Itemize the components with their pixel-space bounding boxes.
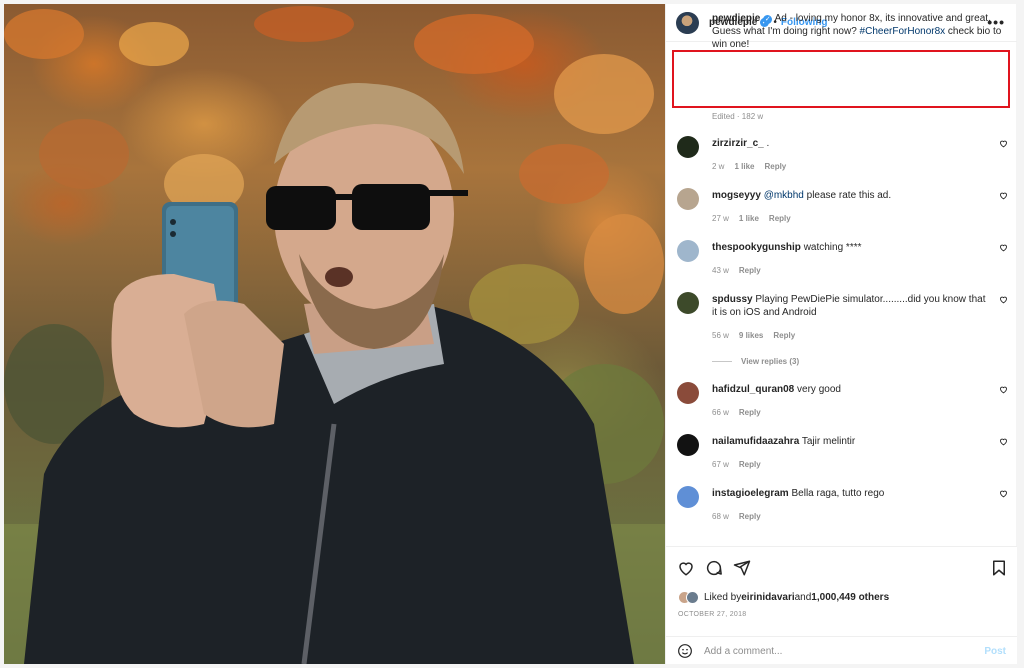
comment-body: nailamufidaazahra Tajir melintir [712,435,992,448]
comment-age: 27 w [712,214,729,223]
reply-button[interactable]: Reply [773,331,795,340]
caption-avatar[interactable] [676,12,698,34]
verified-badge-icon: ✓ [763,15,773,24]
reply-button[interactable]: Reply [769,214,791,223]
comment-like-heart-icon[interactable] [999,295,1008,304]
comment-text: Bella raga, tutto rego [791,488,885,499]
commenter-avatar[interactable] [677,382,699,404]
comment-like-heart-icon[interactable] [999,139,1008,148]
likes-middle: and [794,592,812,603]
likes-prefix: Liked by [704,592,742,603]
comment-body: instagioelegram Bella raga, tutto rego [712,487,992,500]
comment-body: hafidzul_quran08 very good [712,383,992,396]
reply-button[interactable]: Reply [739,512,761,521]
reply-button[interactable]: Reply [764,162,786,171]
post-details-panel: pewdiepie ✓ • Following ••• pewdiepie✓ A… [665,4,1017,664]
comment-text: watching **** [803,242,862,253]
bookmark-icon[interactable] [990,559,1008,577]
caption-meta: Edited · 182 w [712,112,764,121]
likes-user[interactable]: eirinidavari [741,592,794,603]
comment-mention[interactable]: @mkbhd [764,190,804,201]
commenter-username[interactable]: mogseyyy [712,190,761,201]
reply-button[interactable]: Reply [739,408,761,417]
commenter-avatar[interactable] [677,240,699,262]
comment-text: Tajir melintir [801,436,856,447]
post-date: OCTOBER 27, 2018 [678,611,747,618]
liker-avatar [686,591,699,604]
comment-meta: 67 w Reply [712,460,771,469]
comment-icon[interactable] [705,559,723,577]
comment-meta: 56 w 9 likes Reply [712,331,805,340]
comment-likes[interactable]: 9 likes [739,331,763,340]
comment-text: Playing PewDiePie simulator.........did … [712,294,986,318]
comment-body: thespookygunship watching **** [712,241,992,254]
comment-age: 66 w [712,408,729,417]
commenter-avatar[interactable] [677,486,699,508]
caption-text: pewdiepie ✓ Ad - loving my honor 8x, its … [712,12,1004,51]
comment-like-heart-icon[interactable] [999,489,1008,498]
comment-text: very good [797,384,841,395]
comment-age: 68 w [712,512,729,521]
caption-highlight-box [672,50,1010,108]
commenter-username[interactable]: spdussy [712,294,753,305]
comment-like-heart-icon[interactable] [999,243,1008,252]
post-actions: Liked by eirinidavari and 1,000,449 othe… [666,546,1017,664]
view-replies-button[interactable]: View replies (3) [712,357,799,366]
comment-likes[interactable]: 1 like [739,214,759,223]
comment-meta: 2 w 1 like Reply [712,162,796,171]
screenshot-frame: pewdiepie ✓ • Following ••• pewdiepie✓ A… [0,0,1024,668]
comment-text: please rate this ad. [803,190,892,201]
likes-summary[interactable]: Liked by eirinidavari and 1,000,449 othe… [678,591,889,604]
comment-like-heart-icon[interactable] [999,437,1008,446]
commenter-username[interactable]: nailamufidaazahra [712,436,799,447]
commenter-username[interactable]: thespookygunship [712,242,801,253]
comment-text: . [766,138,770,149]
reply-button[interactable]: Reply [739,266,761,275]
comment-meta: 43 w Reply [712,266,771,275]
add-comment-bar: Post [666,636,1017,665]
photo-illustration [4,6,665,664]
comment-like-heart-icon[interactable] [999,385,1008,394]
post-comment-button[interactable]: Post [984,646,1006,657]
commenter-avatar[interactable] [677,188,699,210]
comment-age: 56 w [712,331,729,340]
share-icon[interactable] [733,559,751,577]
commenter-avatar[interactable] [677,136,699,158]
comment-likes[interactable]: 1 like [734,162,754,171]
comment-age: 43 w [712,266,729,275]
reply-button[interactable]: Reply [739,460,761,469]
comment-meta: 66 w Reply [712,408,771,417]
caption-username[interactable]: pewdiepie [712,13,760,24]
heart-icon[interactable] [677,559,695,577]
commenter-username[interactable]: instagioelegram [712,488,789,499]
commenter-avatar[interactable] [677,434,699,456]
comment-input[interactable] [704,645,974,657]
comment-age: 2 w [712,162,725,171]
comment-age: 67 w [712,460,729,469]
caption-hashtag[interactable]: #CheerForHonor8x [860,26,946,37]
comment-meta: 68 w Reply [712,512,771,521]
comment-body: zirzirzir_c_ . [712,137,992,150]
post-photo[interactable] [4,4,665,664]
commenter-username[interactable]: zirzirzir_c_ [712,138,764,149]
likes-count[interactable]: 1,000,449 others [811,592,889,603]
commenter-username[interactable]: hafidzul_quran08 [712,384,794,395]
comment-like-heart-icon[interactable] [999,191,1008,200]
caption: pewdiepie ✓ Ad - loving my honor 8x, its … [676,12,1006,51]
comment-body: spdussy Playing PewDiePie simulator.....… [712,293,992,319]
emoji-icon[interactable] [677,643,693,659]
comment-body: mogseyyy @mkbhd please rate this ad. [712,189,992,202]
commenter-avatar[interactable] [677,292,699,314]
comment-meta: 27 w 1 like Reply [712,214,801,223]
